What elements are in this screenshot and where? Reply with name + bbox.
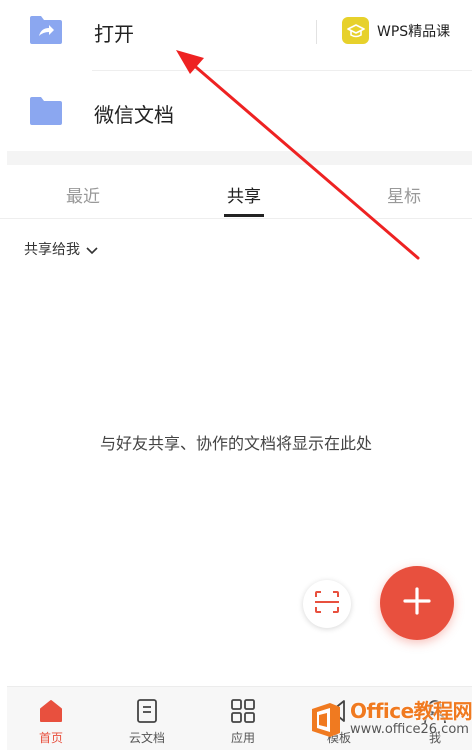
grid-icon (203, 697, 283, 725)
tab-bar: 最近 共享 星标 (0, 165, 472, 219)
document-icon (107, 697, 187, 725)
nav-cloud-docs[interactable]: 云文档 (107, 697, 187, 746)
folder-icon (28, 95, 64, 131)
filter-label: 共享给我 (24, 242, 80, 258)
watermark-brand: Office教程网 (350, 699, 472, 723)
add-button[interactable] (380, 566, 454, 640)
section-gap (7, 151, 472, 165)
scan-button[interactable] (303, 580, 351, 628)
nav-apps-label: 应用 (230, 731, 255, 745)
watermark: Office教程网 www.office26.com (306, 700, 472, 740)
nav-cloud-docs-label: 云文档 (128, 731, 165, 745)
open-row[interactable]: 打开 WPS精品课 (0, 0, 472, 70)
wechat-docs-row[interactable]: 微信文档 (0, 71, 472, 151)
graduation-cap-icon (342, 17, 369, 44)
active-tab-indicator (224, 214, 264, 217)
wps-course-button[interactable]: WPS精品课 (342, 17, 450, 44)
tab-shared[interactable]: 共享 (227, 182, 261, 207)
divider (316, 20, 317, 44)
office-logo-icon (306, 700, 346, 740)
nav-home[interactable]: 首页 (11, 697, 91, 746)
scan-icon (314, 590, 340, 618)
nav-apps[interactable]: 应用 (203, 697, 283, 746)
wps-course-label: WPS精品课 (377, 23, 451, 40)
tab-starred[interactable]: 星标 (387, 182, 421, 207)
watermark-url: www.office26.com (350, 722, 469, 737)
tab-recent[interactable]: 最近 (66, 182, 100, 207)
open-label: 打开 (94, 22, 134, 46)
shared-filter-dropdown[interactable]: 共享给我 (24, 239, 98, 259)
home-icon (11, 697, 91, 725)
nav-home-label: 首页 (38, 731, 63, 745)
wechat-docs-label: 微信文档 (94, 103, 174, 127)
plus-icon (402, 586, 432, 620)
folder-share-icon (28, 14, 64, 50)
chevron-down-icon (86, 240, 98, 259)
empty-state-message: 与好友共享、协作的文档将显示在此处 (99, 434, 372, 453)
wps-home-screen: 打开 WPS精品课 微信文档 最近 共享 星标 共享给我 与好友共享、协作的文档… (0, 0, 472, 750)
